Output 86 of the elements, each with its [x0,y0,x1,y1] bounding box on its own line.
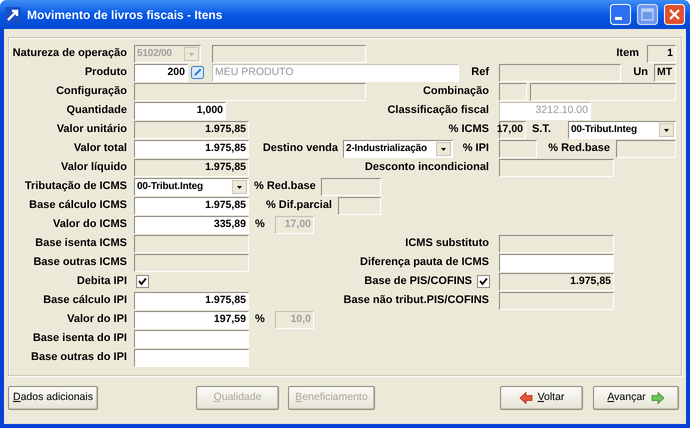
input-field[interactable] [134,330,249,348]
field-label: Base não tribut.PIS/COFINS [342,293,489,308]
checkbox[interactable] [477,275,490,288]
action-button[interactable]: Dados adicionais [8,386,98,410]
field-label: Tributação de ICMS [24,179,127,194]
input-field[interactable]: 1 [647,44,676,62]
field-label: Ref [470,65,489,80]
input-field[interactable] [134,234,249,252]
input-field[interactable] [134,348,249,366]
field-label: Combinação [422,84,489,100]
input-field[interactable]: 200 [134,64,188,82]
input-field[interactable] [616,140,676,158]
input-field[interactable]: 1.975,85 [134,140,249,158]
field-label: Configuração [55,84,127,100]
input-field[interactable] [499,234,614,252]
caret-icon [232,180,247,194]
input-field[interactable] [321,178,381,196]
field-label: Valor líquido [60,160,127,176]
input-field[interactable]: 1.975,85 [134,196,249,214]
field-label: % Red.base [547,141,610,156]
close-button[interactable] [664,4,685,25]
field-label: Valor unitário [56,122,127,138]
field-label: Base cálculo ICMS [28,198,127,214]
input-field[interactable] [499,292,614,310]
field-label: % [255,312,266,328]
left-arrow-icon [518,392,533,404]
field-label: Valor do IPI [66,312,127,328]
caret-icon [184,46,199,60]
field-label: Produto [84,65,127,80]
field-label: % IPI [462,141,489,156]
input-field[interactable]: 1.975,85 [499,272,614,290]
input-field[interactable] [212,44,366,62]
input-field[interactable]: 335,89 [134,216,249,234]
input-field[interactable] [338,196,381,214]
field-label: Natureza de operação [12,46,127,62]
field-label: Base outras do IPI [30,350,127,366]
window-title: Movimento de livros fiscais - Itens [27,6,224,24]
caret-icon [659,122,674,136]
edit-icon[interactable] [191,66,204,79]
input-field[interactable] [134,254,249,272]
input-field[interactable] [530,82,676,100]
field-label: Un [632,65,648,80]
forward-button[interactable]: Avançar [593,386,679,410]
field-label: Valor do ICMS [52,217,127,232]
field-label: Desconto incondicional [364,160,489,176]
input-field[interactable] [134,82,366,100]
checkbox[interactable] [136,275,149,288]
field-label: Base isenta do IPI [32,331,127,346]
dropdown[interactable]: 00-Tribut.Integ [134,178,249,196]
field-label: % Red.base [254,179,317,194]
back-button[interactable]: Voltar [500,386,583,410]
field-label: Classificação fiscal [386,103,489,118]
minimize-button[interactable] [610,4,631,25]
field-label: Base outras ICMS [32,255,127,270]
field-label: % ICMS [448,122,489,138]
dropdown[interactable]: 2-Industrialização [343,140,453,158]
input-field[interactable] [499,254,614,272]
field-label: Base isenta ICMS [34,236,127,252]
input-field[interactable] [499,158,614,176]
field-label: Item [615,46,639,62]
input-field[interactable] [499,82,527,100]
app-icon [5,6,21,22]
maximize-button[interactable] [637,4,658,25]
caret-icon [436,142,451,156]
input-field[interactable] [499,140,537,158]
input-field[interactable]: 1.975,85 [134,120,249,138]
field-label: Quantidade [65,103,127,118]
field-label: ICMS substituto [404,236,489,252]
dropdown[interactable]: 00-Tribut.Integ [568,120,676,138]
input-field[interactable]: 1,000 [134,102,226,120]
field-label: Valor total [72,141,127,156]
input-field[interactable] [499,64,621,82]
field-label: % Dif.parcial [264,198,332,214]
field-label: Base cálculo IPI [42,293,127,308]
field-label: Destino venda [262,141,338,156]
input-field[interactable]: MT [654,64,676,82]
right-arrow-icon [650,392,665,404]
input-field[interactable]: 1.975,85 [134,292,249,310]
input-field[interactable]: 197,59 [134,310,249,328]
field-label: Diferença pauta de ICMS [359,255,489,270]
field-label: Debita IPI [76,274,127,290]
field-label: % [255,217,266,232]
field-label: S.T. [532,122,552,138]
input-field[interactable]: 17,00 [499,120,526,138]
field-label: Base de PIS/COFINS [363,274,472,290]
input-field[interactable]: 1.975,85 [134,158,249,176]
